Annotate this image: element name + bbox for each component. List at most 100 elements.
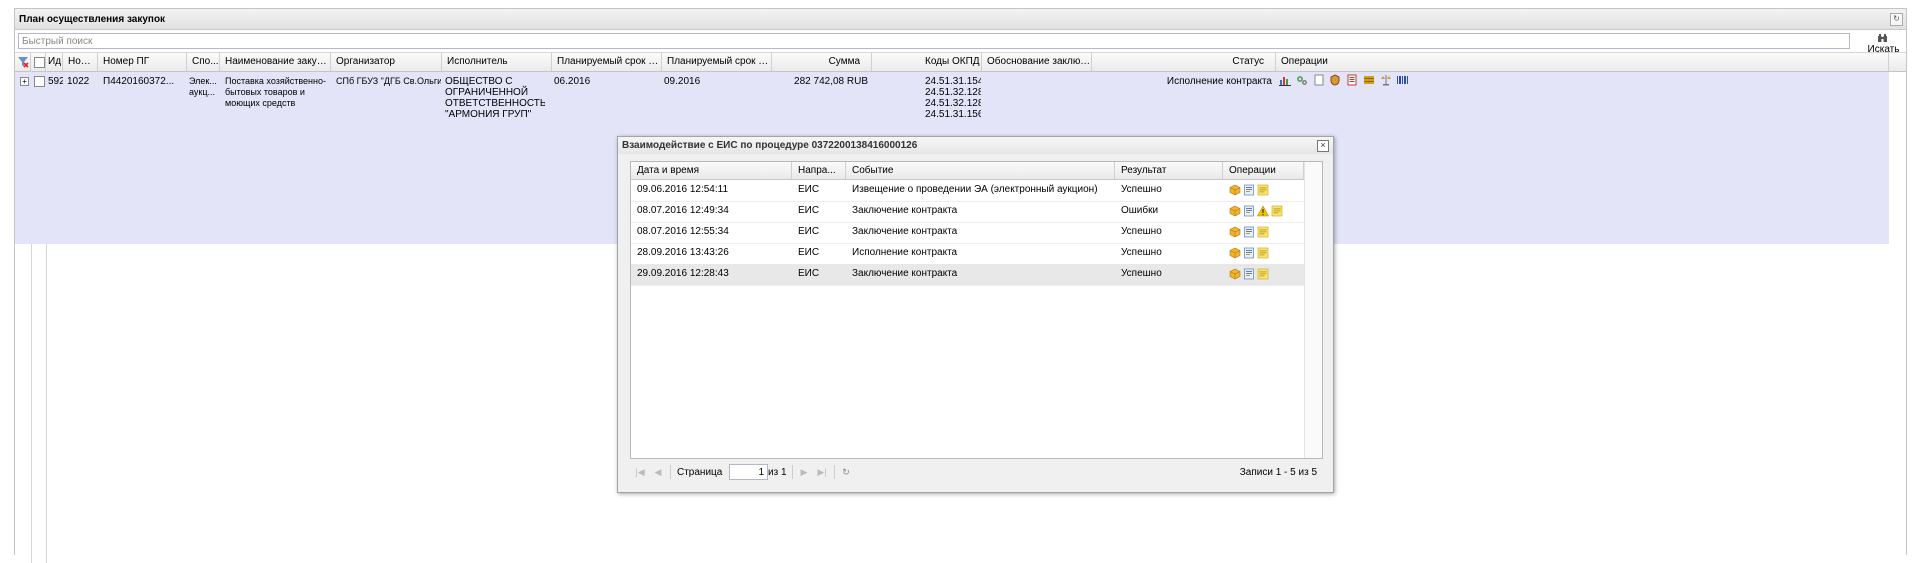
row-checkbox[interactable] bbox=[34, 76, 45, 87]
scale-icon[interactable] bbox=[1380, 74, 1392, 86]
column-header-sum[interactable]: Сумма bbox=[772, 53, 872, 71]
cell-event: Заключение контракта bbox=[852, 226, 958, 237]
row-number: 1022 bbox=[67, 76, 90, 87]
cell-direction: ЕИС bbox=[798, 184, 820, 195]
xml-document-icon[interactable] bbox=[1243, 184, 1255, 196]
cell-result: Ошибки bbox=[1121, 205, 1159, 216]
panel-title: План осуществления закупок bbox=[19, 14, 166, 25]
package-icon[interactable] bbox=[1229, 226, 1241, 238]
xml-document-icon[interactable] bbox=[1243, 205, 1255, 217]
column-header-dialog-operations[interactable]: Операции bbox=[1223, 162, 1304, 179]
row-plan-exec: 09.2016 bbox=[664, 76, 701, 87]
row-name: Поставка хозяйственно-бытовых товаров и … bbox=[225, 76, 327, 108]
table-row[interactable]: 08.07.2016 12:55:34 ЕИС Заключение контрак… bbox=[631, 222, 1304, 244]
binoculars-icon bbox=[1878, 34, 1887, 42]
cell-datetime: 28.09.2016 13:43:26 bbox=[637, 247, 729, 258]
select-all-checkbox-cell[interactable] bbox=[31, 53, 46, 71]
cell-event: Извещение о проведении ЭА (электронный а… bbox=[852, 184, 1098, 195]
refresh-icon[interactable]: ↻ bbox=[840, 466, 852, 478]
prev-page-icon[interactable]: ◀ bbox=[652, 466, 664, 478]
next-page-icon[interactable]: ▶ bbox=[798, 466, 810, 478]
page-number-input[interactable] bbox=[729, 464, 768, 480]
cell-datetime: 29.09.2016 12:28:43 bbox=[637, 268, 729, 279]
cell-result: Успешно bbox=[1121, 226, 1162, 237]
column-header-plan-exec[interactable]: Планируемый срок исп... bbox=[662, 53, 772, 71]
eis-events-grid: Дата и время Напра... Событие Результат … bbox=[630, 161, 1323, 459]
column-header-id[interactable]: Ид bbox=[46, 53, 63, 71]
report-icon[interactable] bbox=[1346, 74, 1358, 86]
cell-datetime: 08.07.2016 12:49:34 bbox=[637, 205, 729, 216]
column-header-method[interactable]: Спо... bbox=[187, 53, 220, 71]
page-label: Страница bbox=[677, 467, 723, 478]
row-okpd: 24.51.31.154, 24.51.32.128, 24.51.32.128… bbox=[925, 76, 981, 118]
package-icon[interactable] bbox=[1229, 205, 1241, 217]
package-icon[interactable] bbox=[1229, 247, 1241, 259]
document-icon[interactable] bbox=[1313, 74, 1325, 86]
column-header-event[interactable]: Событие bbox=[846, 162, 1115, 179]
cell-result: Успешно bbox=[1121, 184, 1162, 195]
first-page-icon[interactable]: |◀ bbox=[634, 466, 646, 478]
row-organizer: СПб ГБУЗ "ДГБ Св.Ольги" bbox=[336, 76, 441, 86]
column-header-pg-number[interactable]: Номер ПГ bbox=[98, 53, 187, 71]
barcode-icon[interactable] bbox=[1396, 74, 1409, 86]
column-header-result[interactable]: Результат bbox=[1115, 162, 1223, 179]
cell-operations bbox=[1223, 264, 1309, 289]
notes-icon[interactable] bbox=[1257, 247, 1269, 259]
column-header-okpd[interactable]: Коды ОКПД bbox=[872, 53, 982, 71]
notes-icon[interactable] bbox=[1257, 226, 1269, 238]
cell-direction: ЕИС bbox=[798, 205, 820, 216]
grid-scrollbar[interactable] bbox=[1304, 162, 1322, 458]
search-bar: Искать bbox=[15, 30, 1906, 55]
select-all-checkbox[interactable] bbox=[34, 57, 45, 68]
search-button[interactable]: Искать bbox=[1861, 33, 1906, 55]
column-header-name[interactable]: Наименование закупки bbox=[220, 53, 331, 71]
column-header-datetime[interactable]: Дата и время bbox=[631, 162, 792, 179]
row-executor: ОБЩЕСТВО С ОГРАНИЧЕННОЙ ОТВЕТСТВЕННОСТЬЮ… bbox=[445, 76, 545, 118]
package-icon[interactable] bbox=[1229, 184, 1241, 196]
xml-document-icon[interactable] bbox=[1243, 247, 1255, 259]
dialog-header: Взаимодействие с ЕИС по процедуре 037220… bbox=[618, 137, 1333, 154]
table-row[interactable]: 28.09.2016 13:43:26 ЕИС Исполнение контрак… bbox=[631, 243, 1304, 265]
clear-filter-icon[interactable] bbox=[15, 53, 31, 71]
panel-header: План осуществления закупок ↻ bbox=[15, 9, 1906, 30]
table-row[interactable]: 29.09.2016 12:28:43 ЕИС Заключение контрак… bbox=[631, 264, 1304, 286]
book-icon[interactable] bbox=[1363, 74, 1375, 86]
cell-event: Заключение контракта bbox=[852, 268, 958, 279]
cell-datetime: 09.06.2016 12:54:11 bbox=[637, 184, 729, 195]
toolbar-separator bbox=[670, 465, 671, 479]
xml-document-icon[interactable] bbox=[1243, 226, 1255, 238]
column-header-organizer[interactable]: Организатор bbox=[331, 53, 442, 71]
quick-search-input[interactable] bbox=[18, 33, 1850, 49]
notes-icon[interactable] bbox=[1271, 205, 1283, 217]
refresh-icon[interactable]: ↻ bbox=[1890, 13, 1903, 26]
column-header-direction[interactable]: Напра... bbox=[792, 162, 846, 179]
package-icon[interactable] bbox=[1229, 268, 1241, 280]
column-header-plan-place[interactable]: Планируемый срок раз... bbox=[552, 53, 662, 71]
row-pg-number: П4420160372... bbox=[103, 76, 175, 87]
warning-icon[interactable] bbox=[1256, 205, 1270, 217]
column-header-justification[interactable]: Обоснование заключе... bbox=[982, 53, 1092, 71]
gears-icon[interactable] bbox=[1296, 74, 1308, 86]
column-header-status[interactable]: Статус bbox=[1092, 53, 1276, 71]
eis-grid-header: Дата и время Напра... Событие Результат … bbox=[631, 162, 1322, 180]
eis-interaction-dialog: Взаимодействие с ЕИС по процедуре 037220… bbox=[617, 136, 1334, 493]
emblem-icon[interactable] bbox=[1329, 74, 1341, 86]
row-expander-icon[interactable]: + bbox=[20, 77, 29, 86]
last-page-icon[interactable]: ▶| bbox=[816, 466, 828, 478]
column-header-number[interactable]: Номер bbox=[63, 53, 98, 71]
xml-document-icon[interactable] bbox=[1243, 268, 1255, 280]
table-row[interactable]: 08.07.2016 12:49:34 ЕИС Заключение контрак… bbox=[631, 201, 1304, 223]
cell-datetime: 08.07.2016 12:55:34 bbox=[637, 226, 729, 237]
row-plan-place: 06.2016 bbox=[554, 76, 591, 87]
records-count: Записи 1 - 5 из 5 bbox=[1239, 467, 1317, 478]
close-icon[interactable]: × bbox=[1317, 140, 1329, 152]
cell-event: Исполнение контракта bbox=[852, 247, 958, 258]
toolbar-separator bbox=[834, 465, 835, 479]
column-header-executor[interactable]: Исполнитель bbox=[442, 53, 552, 71]
notes-icon[interactable] bbox=[1257, 184, 1269, 196]
notes-icon[interactable] bbox=[1257, 268, 1269, 280]
table-row[interactable]: 09.06.2016 12:54:11 ЕИС Извещение о провед… bbox=[631, 180, 1304, 202]
column-header-operations[interactable]: Операции bbox=[1276, 53, 1889, 71]
cell-direction: ЕИС bbox=[798, 247, 820, 258]
chart-icon[interactable] bbox=[1279, 74, 1291, 86]
